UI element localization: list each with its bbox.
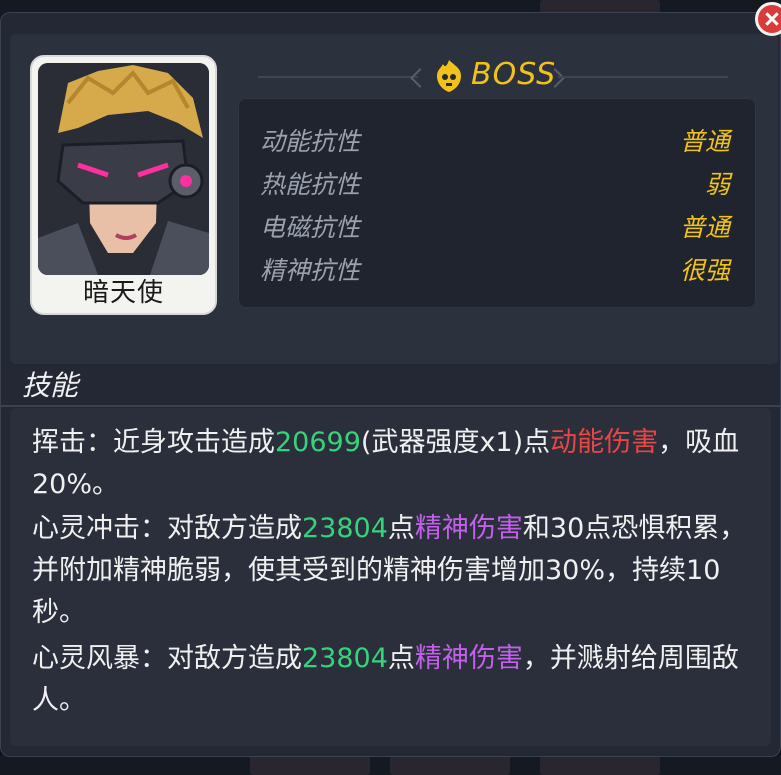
boss-portrait-image	[38, 63, 209, 275]
resistance-name: 动能抗性	[260, 127, 361, 156]
skill-damage-type: 精神伤害	[414, 643, 523, 674]
skills-title: 技能	[22, 369, 79, 402]
resistance-row: 电磁抗性 普通	[260, 206, 730, 246]
skill-damage-value: 20699	[275, 427, 361, 458]
resistance-value: 很强	[679, 256, 730, 285]
skill-description: 心灵冲击：对敌方造成23804点精神伤害和30点恐惧积累，并附加精神脆弱，使其受…	[32, 508, 752, 634]
skill-text: 挥击：近身攻击造成	[32, 427, 275, 458]
resistance-value: 弱	[704, 170, 730, 199]
skill-description: 挥击：近身攻击造成20699(武器强度x1)点动能伤害，吸血20%。	[32, 422, 752, 506]
resistance-value: 普通	[679, 127, 730, 156]
boss-portrait-card[interactable]: 暗天使	[30, 55, 217, 315]
skills-list: 挥击：近身攻击造成20699(武器强度x1)点动能伤害，吸血20%。 心灵冲击：…	[10, 408, 771, 746]
divider-line	[258, 76, 418, 78]
boss-name: 暗天使	[82, 278, 164, 308]
resistance-list: 动能抗性 普通 热能抗性 弱 电磁抗性 普通 精神抗性 很强	[238, 98, 756, 308]
resistance-name: 精神抗性	[260, 256, 361, 285]
skill-description: 心灵风暴：对敌方造成23804点精神伤害，并溅射给周围敌人。	[32, 638, 752, 722]
resistance-row: 精神抗性 很强	[260, 249, 730, 289]
skill-text: 心灵冲击：对敌方造成	[32, 513, 302, 544]
boss-badge-header: BOSS	[238, 52, 758, 102]
skill-text: 心灵风暴：对敌方造成	[32, 643, 302, 674]
divider-line	[558, 76, 728, 78]
background-card	[250, 755, 370, 775]
boss-portrait-art	[38, 63, 209, 275]
resistance-row: 动能抗性 普通	[260, 120, 730, 160]
background-card	[390, 755, 510, 775]
skill-damage-type: 动能伤害	[550, 427, 659, 458]
skill-damage-type: 精神伤害	[414, 513, 523, 544]
boss-badge-label: BOSS	[471, 57, 557, 92]
resistance-value: 普通	[679, 213, 730, 242]
skill-text: (武器强度x1)点	[360, 427, 551, 458]
resistance-row: 热能抗性 弱	[260, 163, 730, 203]
divider-ornament	[410, 68, 430, 88]
skill-damage-value: 23804	[302, 643, 388, 674]
resistance-name: 热能抗性	[260, 170, 361, 199]
skills-divider	[0, 405, 781, 407]
boss-skull-flame-icon	[437, 60, 461, 92]
resistance-name: 电磁抗性	[260, 213, 361, 242]
skill-damage-value: 23804	[302, 513, 388, 544]
boss-info-panel: 暗天使 BOSS 动能抗性 普通 热能抗性 弱 电磁抗性 普通 精神抗性 很强 …	[0, 2, 781, 757]
skill-text: 点	[387, 643, 415, 674]
background-card	[540, 755, 660, 775]
skill-text: 点	[387, 513, 415, 544]
close-button[interactable]	[755, 2, 781, 36]
